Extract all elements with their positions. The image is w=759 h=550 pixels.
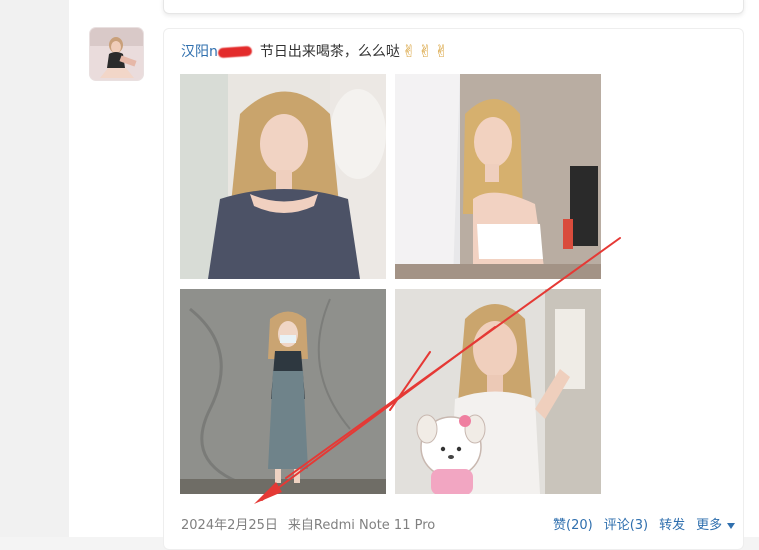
post-actions: 赞(20) 评论(3) 转发 更多 [553, 517, 736, 535]
post-meta: 2024年2月25日 来自Redmi Note 11 Pro [181, 517, 435, 535]
more-button[interactable]: 更多 [696, 517, 736, 535]
victory-hand-icon: ✌ [401, 42, 417, 62]
comment-button[interactable]: 评论(3) [604, 517, 648, 535]
post-source: 来自Redmi Note 11 Pro [287, 518, 436, 533]
chevron-down-icon [727, 522, 736, 529]
post-text: 节日出来喝茶，么么哒 [259, 44, 400, 60]
post-photo-2[interactable] [395, 74, 601, 279]
like-button[interactable]: 赞(20) [553, 517, 593, 535]
post-photo-4[interactable] [395, 289, 601, 494]
previous-post-card [163, 0, 744, 14]
more-label: 更多 [696, 518, 723, 533]
repost-button[interactable]: 转发 [659, 517, 685, 535]
victory-hand-icon: ✌ [418, 42, 433, 62]
avatar[interactable] [90, 28, 143, 80]
post-date[interactable]: 2024年2月25日 [181, 518, 278, 533]
username-link[interactable]: 汉阳n [181, 41, 218, 63]
post-header: 汉阳n 节日出来喝茶，么么哒 ✌ ✌ ✌ [181, 41, 449, 63]
post-photo-1[interactable] [180, 74, 386, 279]
redaction-mark [217, 45, 253, 59]
victory-hand-icon: ✌ [434, 42, 449, 62]
left-rail [0, 0, 69, 537]
post-photo-3[interactable] [180, 289, 386, 494]
